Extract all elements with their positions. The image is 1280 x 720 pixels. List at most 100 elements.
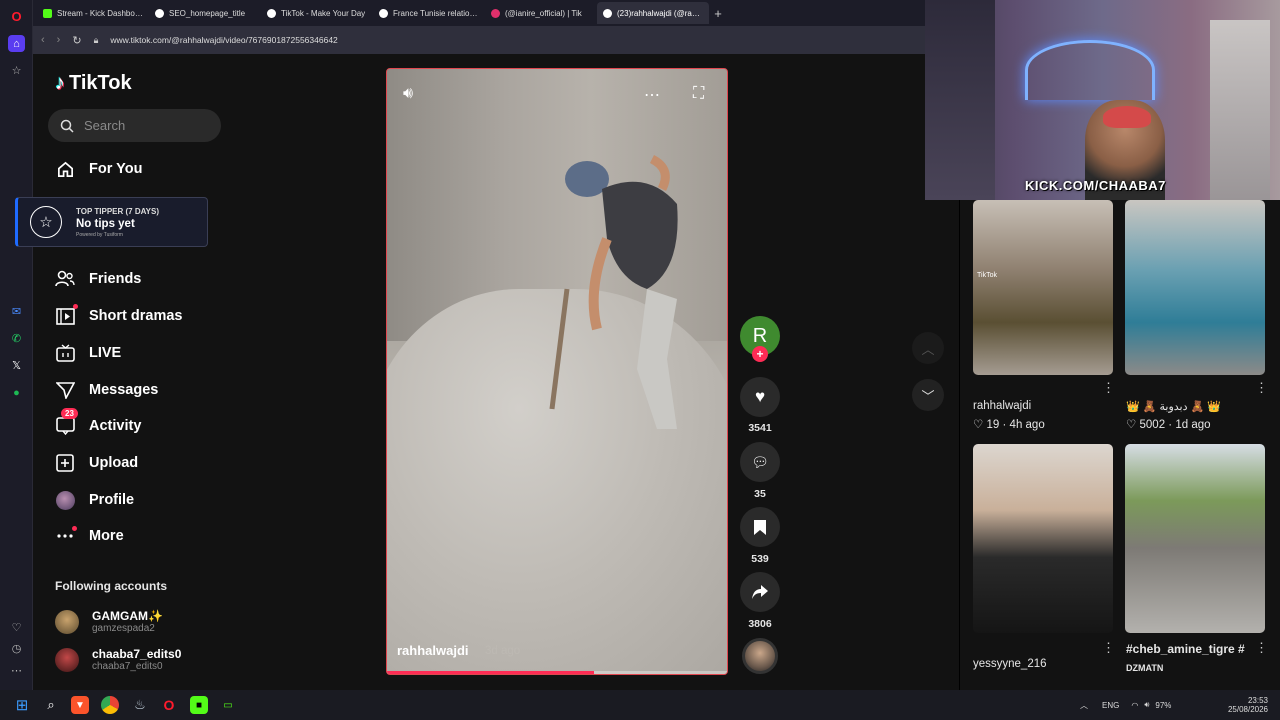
clock[interactable]: 23:53 25/08/2026: [1222, 690, 1268, 720]
nav-activity[interactable]: 23 Activity: [55, 408, 141, 436]
more-icon[interactable]: ⋯: [8, 662, 25, 679]
bookmark-icon: [754, 519, 766, 535]
comment-button[interactable]: 💬︎: [740, 442, 780, 482]
more-options-icon[interactable]: ⋮: [1255, 380, 1268, 396]
terminal-icon[interactable]: ▭: [219, 696, 237, 714]
tab-tiktok[interactable]: TikTok - Make Your Day: [261, 2, 373, 24]
music-disc[interactable]: [742, 638, 778, 674]
tab-bar: Stream - Kick Dashboard SEO_homepage_tit…: [33, 0, 925, 26]
new-tab-button[interactable]: +: [709, 4, 727, 22]
tiktok-logo[interactable]: ♪ TikTok: [55, 72, 132, 95]
video-player[interactable]: 🔊︎ ⋯ ⛶ rahhalwajdi 3d ago: [386, 68, 728, 675]
heart-icon: [491, 8, 500, 18]
opera-icon[interactable]: O: [160, 696, 178, 714]
share-button[interactable]: [740, 572, 780, 612]
tab-france-tunisie[interactable]: France Tunisie relations 20: [373, 2, 485, 24]
home-icon[interactable]: ⌂: [8, 35, 25, 52]
video-thumbnail[interactable]: [1125, 200, 1265, 375]
tab-kick[interactable]: Stream - Kick Dashboard: [37, 2, 149, 24]
webcam-frame: [925, 0, 995, 200]
volume-icon[interactable]: 🔊︎: [1144, 700, 1149, 710]
tab-seo[interactable]: SEO_homepage_title: [149, 2, 261, 24]
thumb-username[interactable]: DZMATN: [1126, 663, 1163, 673]
heart-icon[interactable]: ♡: [8, 619, 25, 636]
search-icon[interactable]: ⌕: [42, 696, 60, 714]
search-input[interactable]: Search: [48, 109, 221, 142]
nav-short-dramas[interactable]: Short dramas: [55, 306, 182, 326]
brave-icon[interactable]: ▼: [71, 696, 89, 714]
star-icon[interactable]: ☆: [8, 62, 25, 79]
history-icon[interactable]: ◷: [8, 640, 25, 657]
wifi-icon[interactable]: ◠: [1131, 701, 1138, 710]
spotify-icon[interactable]: ●: [8, 384, 25, 401]
more-options-icon[interactable]: ⋮: [1102, 380, 1115, 396]
nav-friends[interactable]: Friends: [55, 269, 141, 289]
thumb-username[interactable]: rahhalwajdi: [973, 400, 1031, 412]
fullscreen-icon[interactable]: ⛶: [693, 85, 704, 103]
video-thumbnail[interactable]: [973, 444, 1113, 633]
webcam-frame: [1103, 106, 1151, 128]
reload-icon[interactable]: ↻: [72, 34, 81, 47]
steam-icon[interactable]: ♨: [131, 696, 149, 714]
video-progress-bar[interactable]: [387, 671, 727, 674]
forward-icon[interactable]: ›: [57, 34, 61, 46]
following-title: Following accounts: [55, 579, 168, 593]
volume-icon[interactable]: 🔊︎: [403, 85, 413, 103]
video-username[interactable]: rahhalwajdi: [397, 643, 469, 658]
related-videos-grid: TikTok ⋮ ⋮ rahhalwajdi 👑 🧸 دبدوبة 🧸 👑 ♡ …: [960, 200, 1280, 690]
following-account[interactable]: GAMGAM✨ gamzespada2: [55, 609, 163, 634]
activity-icon: 23: [55, 408, 78, 436]
chevron-up-icon[interactable]: ︿: [1080, 700, 1088, 711]
more-options-icon[interactable]: ⋮: [1102, 640, 1115, 656]
video-thumbnail[interactable]: [1125, 444, 1265, 633]
tab-ianire[interactable]: (@ianire_official) | Tik: [485, 2, 597, 24]
whatsapp-icon[interactable]: ✆: [8, 330, 25, 347]
webcam-overlay: KICK.COM/CHAABA7: [925, 0, 1280, 200]
tab-rahhalwajdi[interactable]: (23)rahhalwajdi (@rahhal: [597, 2, 709, 24]
clock-date: 25/08/2026: [1227, 705, 1268, 714]
more-options-icon[interactable]: ⋯: [644, 85, 661, 105]
more-options-icon[interactable]: ⋮: [1255, 640, 1268, 656]
nav-profile[interactable]: Profile: [55, 490, 134, 510]
thumb-title[interactable]: #cheb_amine_tigre #: [1126, 642, 1245, 656]
video-thumbnail[interactable]: TikTok: [973, 200, 1113, 375]
comment-count: 35: [754, 488, 766, 500]
previous-video-button[interactable]: ︿: [912, 332, 944, 364]
battery-level[interactable]: 97%: [1155, 701, 1171, 710]
x-icon[interactable]: 𝕏: [8, 357, 25, 374]
windows-start-icon[interactable]: ⊞: [13, 696, 31, 714]
follow-plus-icon[interactable]: +: [752, 346, 768, 362]
kick-icon: [43, 8, 52, 18]
back-icon[interactable]: ‹: [41, 34, 45, 46]
language-indicator[interactable]: ENG: [1102, 701, 1119, 710]
thumb-stats: ♡ 19 · 4h ago: [973, 419, 1045, 431]
activity-badge: 23: [61, 408, 78, 419]
avatar: [55, 609, 79, 634]
following-account[interactable]: chaaba7_edits0 chaaba7_edits0: [55, 647, 181, 672]
profile-icon: [55, 490, 75, 510]
chevron-down-icon: ﹀: [921, 388, 935, 404]
messenger-icon[interactable]: ✉: [8, 303, 25, 320]
thumb-username[interactable]: yessyyne_216: [973, 658, 1047, 670]
tiktok-note-icon: ♪: [55, 72, 65, 94]
thumb-username[interactable]: 👑 🧸 دبدوبة 🧸 👑: [1126, 400, 1221, 413]
share-icon: [752, 585, 768, 599]
kick-app-icon[interactable]: ■: [190, 696, 208, 714]
opera-logo-icon[interactable]: O: [8, 8, 25, 25]
nav-more[interactable]: More: [55, 526, 124, 546]
url-field[interactable]: www.tiktok.com/@rahhalwajdi/video/767690…: [110, 35, 337, 45]
nav-live[interactable]: LIVE: [55, 343, 121, 363]
search-icon: [60, 119, 74, 133]
like-button[interactable]: ♥: [740, 377, 780, 417]
nav-messages[interactable]: Messages: [55, 380, 158, 400]
save-button[interactable]: [740, 507, 780, 547]
nav-for-you[interactable]: For You: [55, 159, 142, 179]
thumb-stats: ♡ 5002 · 1d ago: [1126, 419, 1211, 431]
messages-icon: [55, 380, 75, 400]
next-video-button[interactable]: ﹀: [912, 379, 944, 411]
tiktok-icon: [155, 8, 164, 18]
chrome-icon[interactable]: [101, 696, 119, 714]
top-tipper-widget: ☆ TOP TIPPER (7 DAYS) No tips yet Powere…: [15, 197, 208, 247]
nav-upload[interactable]: Upload: [55, 453, 138, 473]
taskbar: ⊞ ⌕ ▼ ♨ O ■ ▭ ︿ ENG ◠ 🔊︎ 97% 23:53 25/08…: [0, 690, 1280, 720]
